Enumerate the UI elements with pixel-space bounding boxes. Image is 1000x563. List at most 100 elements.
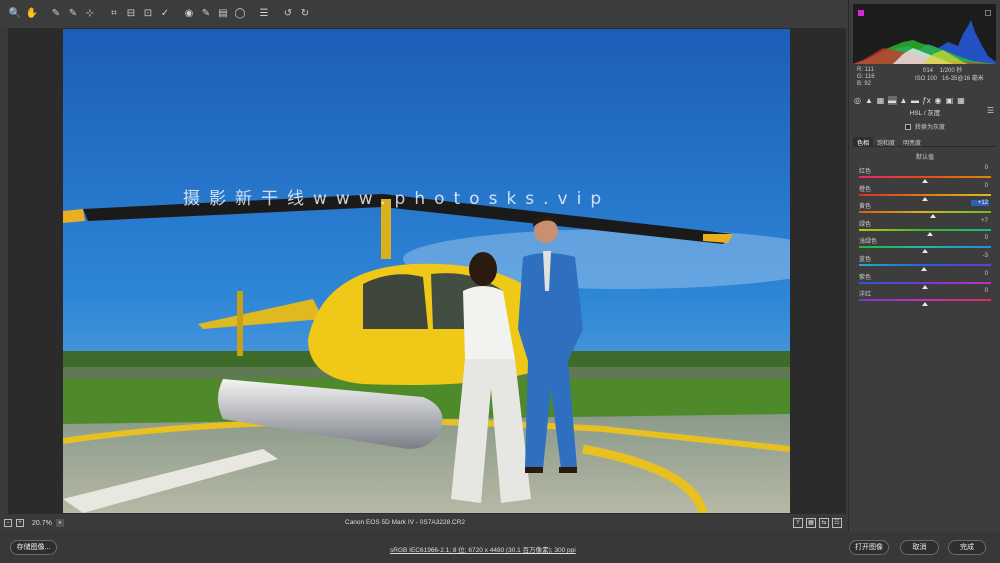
zoom-in-button[interactable]: + — [16, 519, 24, 527]
slider-value-field[interactable]: -3 — [971, 253, 989, 259]
tab-hue[interactable]: 色相 — [853, 137, 874, 147]
watermark-text: 摄影新干线www.photosks.vip — [183, 189, 611, 209]
toggle-settings-button[interactable]: ☷ — [832, 518, 842, 528]
slider-track[interactable] — [859, 228, 991, 231]
slider-track[interactable] — [859, 299, 991, 302]
copy-settings-button[interactable]: ⇆ — [819, 518, 829, 528]
workflow-options-link[interactable]: sRGB IEC61966-2.1; 8 位; 6720 x 4480 (30.… — [390, 544, 576, 554]
hsl-tab-icon[interactable]: ▬ — [887, 95, 897, 105]
slider-track[interactable] — [859, 211, 991, 214]
slider-thumb[interactable] — [926, 231, 933, 236]
status-bar: − + 20.7% ▾ Canon EOS 5D Mark IV - 0S7A3… — [0, 514, 848, 532]
slider-thumb[interactable] — [922, 249, 928, 254]
swap-before-after-button[interactable]: ▦ — [806, 518, 816, 528]
zoom-dropdown-icon[interactable]: ▾ — [55, 519, 64, 527]
shadow-clipping-warning-icon[interactable] — [858, 10, 864, 16]
highlight-clipping-warning-icon[interactable] — [985, 10, 991, 16]
convert-grayscale-option[interactable]: 转换为灰度 — [905, 122, 945, 131]
image-canvas[interactable]: 摄影新干线www.photosks.vip — [8, 28, 846, 514]
slider-thumb[interactable] — [922, 284, 928, 289]
convert-grayscale-label: 转换为灰度 — [915, 125, 946, 131]
rotate-ccw-icon[interactable]: ↺ — [281, 7, 295, 21]
red-value: R: 111 — [857, 67, 874, 73]
bottom-bar: 存储图像... sRGB IEC61966-2.1; 8 位; 6720 x 4… — [0, 532, 1000, 563]
slider-thumb[interactable] — [920, 267, 927, 271]
lens-corrections-tab-icon[interactable]: ▬ — [911, 96, 920, 105]
hue-slider-row: 绿色 +7 — [859, 218, 991, 236]
color-sampler-icon[interactable]: ✎ — [66, 7, 80, 21]
zoom-out-button[interactable]: − — [4, 519, 12, 527]
slider-label: 橙色 — [859, 186, 872, 193]
done-button[interactable]: 完成 — [948, 540, 986, 555]
slider-track[interactable] — [859, 264, 991, 266]
zoom-icon[interactable]: 🔍 — [8, 7, 22, 21]
slider-label: 黄色 — [859, 204, 872, 211]
hue-slider-row: 洋红 0 — [859, 288, 991, 307]
effects-tab-icon[interactable]: ƒx — [922, 96, 931, 105]
slider-label: 蓝色 — [859, 257, 872, 263]
slider-value-field[interactable]: 0 — [971, 271, 989, 277]
slider-value-field[interactable]: +12 — [971, 200, 989, 207]
snapshots-tab-icon[interactable]: ▦ — [957, 96, 966, 105]
slider-track[interactable] — [859, 176, 991, 178]
slider-thumb[interactable] — [922, 179, 928, 183]
slider-value-field[interactable]: +7 — [971, 218, 989, 224]
graduated-filter-icon[interactable]: ▤ — [216, 7, 230, 21]
slider-value-field[interactable]: 0 — [971, 165, 989, 171]
slider-thumb[interactable] — [922, 196, 928, 201]
slider-value-field[interactable]: 0 — [971, 235, 989, 241]
toolbar: 🔍 ✋ ✎ ✎ ⊹ ⌗ ⊟ ⊡ ✓ ◉ ✎ ▤ ◯ ☰ ↺ ↻ — [0, 0, 848, 28]
transform-icon[interactable]: ⊡ — [141, 7, 155, 21]
detail-tab-icon[interactable]: ▦ — [876, 96, 885, 105]
slider-label: 绿色 — [859, 221, 872, 228]
camera-readout: R: 111 G: 116 B: 92 f/14 1/200 秒 ISO 100… — [857, 67, 995, 91]
default-link[interactable]: 默认值 — [849, 152, 1000, 161]
radial-filter-icon[interactable]: ◯ — [233, 7, 247, 21]
white-balance-icon[interactable]: ✎ — [49, 7, 63, 21]
presets-tab-icon[interactable]: ▣ — [945, 96, 954, 105]
hue-slider-row: 橙色 0 — [859, 183, 991, 201]
slider-thumb[interactable] — [929, 214, 936, 219]
preview-photo[interactable]: 摄影新干线www.photosks.vip — [63, 29, 790, 513]
iso-value: ISO 100 — [915, 76, 938, 82]
hand-icon[interactable]: ✋ — [25, 7, 39, 21]
blue-value: B: 92 — [857, 81, 872, 87]
camera-calibration-tab-icon[interactable]: ◉ — [934, 96, 943, 105]
basic-tab-icon[interactable]: ◎ — [853, 96, 862, 105]
straighten-icon[interactable]: ⊟ — [124, 7, 138, 21]
hue-slider-row: 紫色 0 — [859, 271, 991, 289]
slider-label: 红色 — [859, 169, 872, 175]
histogram-graph — [853, 20, 996, 64]
convert-grayscale-checkbox[interactable] — [905, 123, 911, 130]
tab-luminance[interactable]: 明亮度 — [899, 137, 925, 147]
panel-tabs: ◎ ▲ ▦ ▬ ▲ ▬ ƒx ◉ ▣ ▦ — [853, 94, 996, 106]
hue-slider-row: 浅绿色 0 — [859, 235, 991, 254]
red-eye-icon[interactable]: ◉ — [182, 7, 196, 21]
slider-value-field[interactable]: 0 — [971, 183, 989, 189]
cancel-button[interactable]: 取消 — [900, 540, 939, 555]
slider-thumb[interactable] — [922, 302, 928, 307]
split-toning-tab-icon[interactable]: ▲ — [899, 96, 908, 105]
slider-track[interactable] — [859, 246, 991, 249]
tone-curve-tab-icon[interactable]: ▲ — [865, 96, 874, 105]
crop-icon[interactable]: ⌗ — [107, 7, 121, 21]
slider-value-field[interactable]: 0 — [971, 288, 989, 294]
panel-menu-icon[interactable]: ☰ — [987, 106, 994, 115]
preferences-icon[interactable]: ☰ — [257, 7, 271, 21]
lens-value: 16-35@16 毫米 — [942, 76, 984, 82]
slider-track[interactable] — [859, 193, 991, 196]
before-after-toggle-button[interactable]: Y — [793, 518, 803, 528]
aperture-value: f/14 — [923, 68, 934, 74]
slider-track[interactable] — [859, 281, 991, 284]
shutter-value: 1/200 秒 — [939, 68, 963, 74]
slider-label: 紫色 — [859, 274, 872, 281]
save-image-button[interactable]: 存储图像... — [10, 540, 57, 555]
adjustment-brush-icon[interactable]: ✎ — [199, 7, 213, 21]
rotate-cw-icon[interactable]: ↻ — [298, 7, 312, 21]
panel-title: HSL / 灰度 — [909, 110, 941, 117]
open-image-button[interactable]: 打开图像 — [849, 540, 889, 555]
tab-saturation[interactable]: 饱和度 — [873, 137, 899, 147]
spot-removal-icon[interactable]: ✓ — [158, 7, 172, 21]
targeted-adjust-icon[interactable]: ⊹ — [83, 7, 97, 21]
hue-slider-row: 黄色 +12 — [859, 200, 991, 219]
